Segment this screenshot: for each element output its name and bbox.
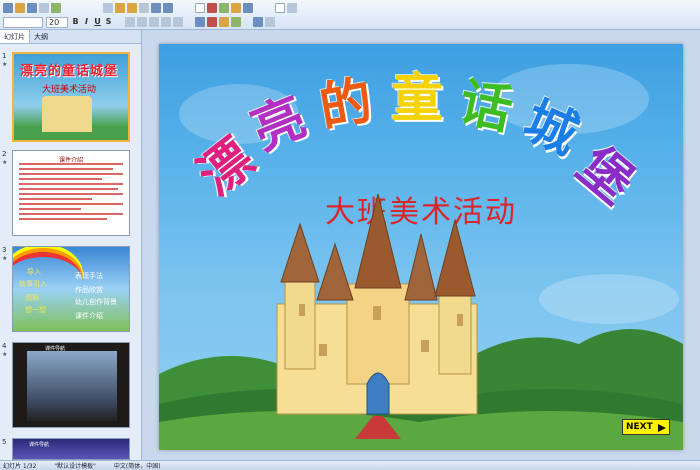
tab-slides[interactable]: 幻灯片 bbox=[0, 30, 30, 43]
menu-item: 课件介绍 bbox=[75, 312, 103, 320]
menu-item: 表现手法 bbox=[75, 272, 103, 280]
slideshow-icon[interactable] bbox=[265, 17, 275, 27]
slide-editor: 漂 亮 的 童 话 城 堡 大班美术活动 NEXT bbox=[143, 30, 700, 460]
menu-item: 幼儿创作背景 bbox=[75, 298, 117, 306]
numbering-icon[interactable] bbox=[173, 17, 183, 27]
menu-item: 故事引入 bbox=[19, 280, 47, 288]
castle-image bbox=[42, 96, 92, 132]
menu-item: 作品欣赏 bbox=[75, 286, 103, 294]
table-icon[interactable] bbox=[195, 3, 205, 13]
toolbar-row-1 bbox=[3, 1, 299, 15]
panel-tabs: 幻灯片 大纲 bbox=[0, 30, 141, 44]
slide-canvas[interactable]: 漂 亮 的 童 话 城 堡 大班美术活动 NEXT bbox=[159, 44, 683, 450]
thumb-caption: 课件导航 bbox=[29, 442, 50, 448]
animation-star-icon: ★ bbox=[2, 159, 8, 166]
font-name-select[interactable] bbox=[3, 16, 43, 28]
chart-icon[interactable] bbox=[207, 3, 217, 13]
fill-color-icon[interactable] bbox=[207, 17, 217, 27]
copy-icon[interactable] bbox=[115, 3, 125, 13]
font-size-select[interactable]: 20 bbox=[46, 16, 68, 28]
castle-illustration bbox=[159, 193, 683, 450]
slide-thumbnail-1[interactable]: 漂亮的童话城堡 大班美术活动 bbox=[12, 52, 130, 142]
text-lines bbox=[19, 163, 123, 223]
menu-item: 想一想 bbox=[25, 306, 46, 314]
menu-item: 导入 bbox=[27, 268, 41, 276]
toolbar-row-2: 20 B I U S bbox=[3, 15, 277, 29]
save-icon[interactable] bbox=[27, 3, 37, 13]
slide-thumbnail-2[interactable]: 课件介绍 bbox=[12, 150, 130, 236]
slide-number: 2 bbox=[2, 150, 7, 158]
slide-number: 5 bbox=[2, 438, 7, 446]
slide-number: 4 bbox=[2, 342, 7, 350]
arrow-right-icon bbox=[658, 424, 666, 432]
redo-icon[interactable] bbox=[163, 3, 173, 13]
slide-number: 3 bbox=[2, 246, 7, 254]
menu-item: 观察 bbox=[25, 294, 39, 302]
slide-thumbnail-5[interactable]: 课件导航 bbox=[12, 438, 130, 460]
slide-counter: 幻灯片 1/32 bbox=[3, 463, 37, 470]
align-center-icon[interactable] bbox=[137, 17, 147, 27]
thumb-subtitle: 大班美术活动 bbox=[42, 85, 97, 95]
thumb-title: 漂亮的童话城堡 bbox=[20, 64, 119, 79]
align-left-icon[interactable] bbox=[125, 17, 135, 27]
preview-icon[interactable] bbox=[51, 3, 61, 13]
cut-icon[interactable] bbox=[103, 3, 113, 13]
align-right-icon[interactable] bbox=[149, 17, 159, 27]
slide-number: 1 bbox=[2, 52, 7, 60]
zoom-icon[interactable] bbox=[275, 3, 285, 13]
italic-button[interactable]: I bbox=[82, 17, 91, 27]
language-indicator: 中文(简体，中国) bbox=[113, 463, 161, 470]
tab-outline[interactable]: 大纲 bbox=[30, 30, 52, 43]
new-icon[interactable] bbox=[3, 3, 13, 13]
help-icon[interactable] bbox=[287, 3, 297, 13]
picture-icon[interactable] bbox=[219, 3, 229, 13]
ribbon-toolbar: 20 B I U S bbox=[0, 0, 700, 30]
paste-icon[interactable] bbox=[127, 3, 137, 13]
wordart-icon[interactable] bbox=[243, 3, 253, 13]
next-button[interactable]: NEXT bbox=[622, 419, 670, 435]
slide-thumbnail-4[interactable]: 课件导航 bbox=[12, 342, 130, 428]
undo-icon[interactable] bbox=[151, 3, 161, 13]
next-label: NEXT bbox=[626, 422, 653, 432]
print-icon[interactable] bbox=[39, 3, 49, 13]
slides-panel: 幻灯片 大纲 1 ★ 漂亮的童话城堡 大班美术活动 2 ★ 课件介绍 3 ★ 导… bbox=[0, 30, 142, 460]
stage-image bbox=[27, 351, 117, 421]
underline-button[interactable]: U bbox=[93, 17, 102, 27]
slide-thumbnail-3[interactable]: 导入 故事引入 观察 想一想 表现手法 作品欣赏 幼儿创作背景 课件介绍 bbox=[12, 246, 130, 332]
new-slide-icon[interactable] bbox=[231, 17, 241, 27]
animation-icon[interactable] bbox=[253, 17, 263, 27]
status-bar: 幻灯片 1/32 "默认设计模板" 中文(简体，中国) bbox=[0, 460, 700, 470]
format-painter-icon[interactable] bbox=[139, 3, 149, 13]
theme-name: "默认设计模板" bbox=[54, 463, 96, 470]
bold-button[interactable]: B bbox=[71, 17, 80, 27]
animation-star-icon: ★ bbox=[2, 61, 8, 68]
clipart-icon[interactable] bbox=[231, 3, 241, 13]
design-icon[interactable] bbox=[219, 17, 229, 27]
font-color-icon[interactable] bbox=[195, 17, 205, 27]
animation-star-icon: ★ bbox=[2, 255, 8, 262]
open-icon[interactable] bbox=[15, 3, 25, 13]
animation-star-icon: ★ bbox=[2, 351, 8, 358]
shadow-button[interactable]: S bbox=[104, 17, 113, 27]
bullets-icon[interactable] bbox=[161, 17, 171, 27]
